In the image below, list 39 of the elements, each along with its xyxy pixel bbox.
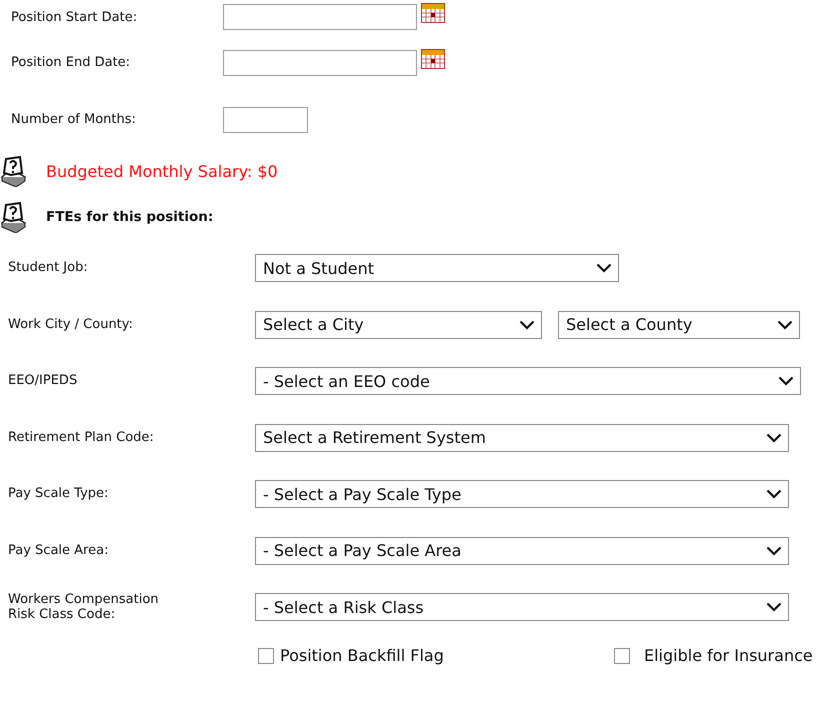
field-label: Position End Date: (10, 55, 132, 70)
input-field[interactable] (223, 4, 417, 30)
chevron-down-icon (766, 546, 782, 556)
field-label: Workers Compensation Risk Class Code: (7, 592, 160, 623)
chevron-down-icon (596, 263, 612, 274)
input-field[interactable] (223, 50, 417, 76)
dropdown[interactable]: - Select a Pay Scale Area (255, 536, 789, 565)
chevron-down-icon (766, 432, 782, 443)
chevron-down-icon (766, 602, 782, 612)
field-label: Pay Scale Area: (7, 542, 110, 559)
field-label: Pay Scale Type: (7, 486, 110, 502)
chevron-down-icon (766, 489, 782, 500)
checkbox-label[interactable]: Eligible for Insurance (644, 646, 813, 665)
chevron-down-icon (777, 320, 793, 330)
dropdown[interactable]: - Select an EEO code (255, 367, 801, 396)
field-label: EEO/IPEDS (7, 373, 78, 390)
calendar-icon[interactable] (421, 3, 445, 23)
field-label: Student Job: (7, 260, 89, 276)
note-text: Budgeted Monthly Salary: $0 (46, 162, 278, 180)
field-label: Position Start Date: (10, 10, 138, 24)
help-book-icon[interactable] (0, 155, 26, 187)
checkbox[interactable] (258, 648, 274, 664)
chevron-down-icon (778, 376, 794, 386)
field-label: Retirement Plan Code: (7, 430, 155, 446)
dropdown[interactable]: - Select a Risk Class (255, 593, 789, 622)
field-label: Number of Months: (10, 112, 137, 127)
dropdown[interactable]: Select a County (558, 310, 800, 339)
input-field[interactable] (223, 106, 308, 132)
chevron-down-icon (519, 320, 535, 330)
dropdown[interactable]: Not a Student (255, 254, 619, 282)
note-text: FTEs for this position: (46, 209, 214, 225)
field-label: Work City / County: (7, 316, 134, 333)
calendar-icon[interactable] (421, 48, 445, 68)
dropdown[interactable]: Select a Retirement System (255, 424, 789, 452)
dropdown[interactable]: Select a City (255, 310, 542, 339)
checkbox[interactable] (614, 648, 630, 664)
checkbox-label[interactable]: Position Backfill Flag (280, 646, 444, 665)
dropdown[interactable]: - Select a Pay Scale Type (255, 480, 789, 508)
help-book-icon[interactable] (0, 201, 26, 233)
